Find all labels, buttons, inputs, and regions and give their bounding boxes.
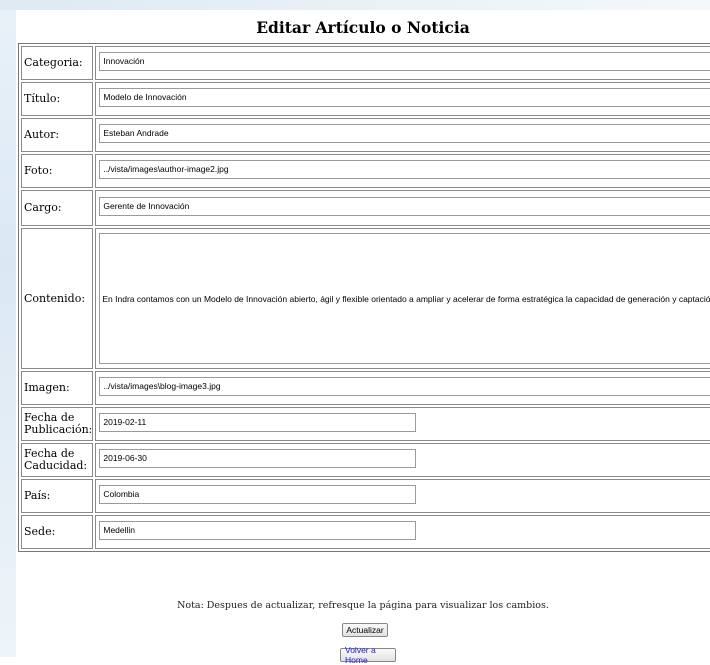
sede-input[interactable] [99,520,417,540]
fecha-publicacion-label: Fecha de Publicación: [21,407,94,441]
imagen-input[interactable] [99,376,710,396]
row-contenido: Contenido: En Indra contamos con un Mode… [21,228,710,369]
autor-label: Autor: [21,118,94,152]
autor-input[interactable] [99,123,710,143]
background-top [0,0,710,10]
row-cargo: Cargo: [21,190,710,226]
foto-input[interactable] [99,159,710,179]
row-fecha-publicacion: Fecha de Publicación: [21,407,710,441]
fecha-publicacion-input[interactable] [99,412,417,432]
update-button[interactable]: Actualizar [342,623,388,637]
edit-article-page: Editar Artículo o Noticia Categoria: Tít… [16,10,710,665]
row-foto: Foto: [21,154,710,188]
cargo-label: Cargo: [21,190,94,226]
pais-label: País: [21,479,94,513]
categoria-input[interactable] [99,51,710,71]
cargo-input[interactable] [99,196,710,216]
titulo-input[interactable] [99,87,710,107]
fecha-caducidad-label: Fecha de Caducidad: [21,443,94,477]
back-home-button[interactable]: Volver a Home [340,645,396,665]
row-autor: Autor: [21,118,710,152]
article-form-table: Categoria: Título: Autor: Foto: Cargo: C… [18,43,710,552]
row-pais: País: [21,479,710,513]
background-strip [0,0,16,657]
row-fecha-caducidad: Fecha de Caducidad: [21,443,710,477]
row-categoria: Categoria: [21,46,710,80]
sede-label: Sede: [21,515,94,549]
row-titulo: Título: [21,82,710,116]
contenido-label: Contenido: [21,228,94,369]
foto-label: Foto: [21,154,94,188]
pais-input[interactable] [99,484,417,504]
categoria-label: Categoria: [21,46,94,80]
contenido-textarea[interactable]: En Indra contamos con un Modelo de Innov… [99,233,710,364]
imagen-label: Imagen: [21,371,94,405]
fecha-caducidad-input[interactable] [99,448,417,468]
refresh-note: Nota: Despues de actualizar, refresque l… [177,600,549,611]
titulo-label: Título: [21,82,94,116]
row-imagen: Imagen: [21,371,710,405]
row-sede: Sede: [21,515,710,549]
page-title: Editar Artículo o Noticia [256,18,470,37]
